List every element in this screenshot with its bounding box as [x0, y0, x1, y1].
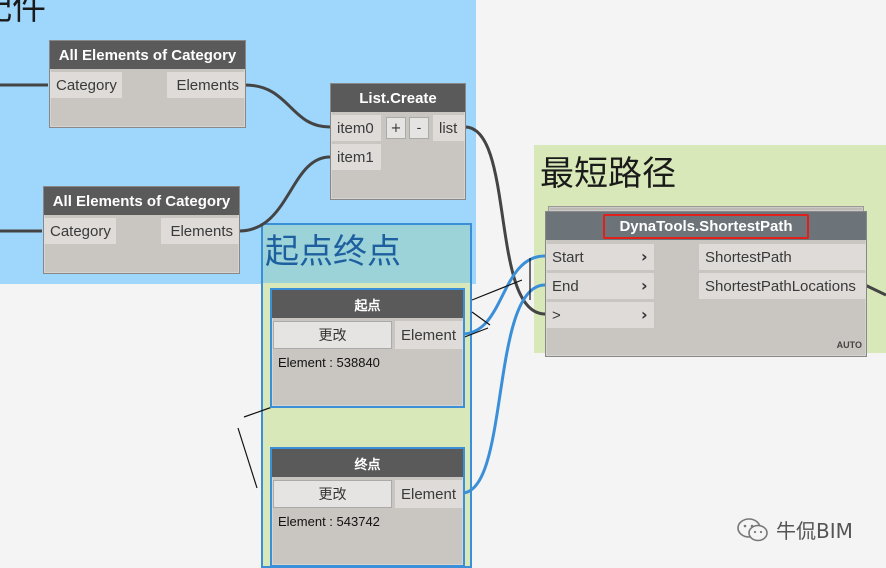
input-port-end[interactable]: End [546, 273, 654, 299]
wire-end [461, 283, 546, 495]
watermark-text: 牛侃BIM [776, 519, 853, 543]
node-title-text: DynaTools.ShortestPath [603, 213, 809, 239]
wire-start [461, 254, 546, 336]
output-port-list[interactable]: list [433, 115, 465, 141]
node-title[interactable]: All Elements of Category [50, 41, 245, 69]
watermark: 牛侃BIM [736, 515, 853, 544]
scribble-mark-2 [471, 311, 491, 326]
chevron-right-icon: › [641, 247, 648, 266]
wire-elements2-item1 [238, 155, 331, 233]
lacing-label: AUTO [836, 340, 862, 350]
output-port-elements[interactable]: Elements [167, 72, 245, 98]
node-all-elements-of-category-1[interactable]: All Elements of Category Category Elemen… [49, 40, 246, 128]
wire-list-gt [464, 125, 546, 316]
output-port-shortest-path[interactable]: ShortestPath [699, 244, 866, 270]
output-port-element[interactable]: Element [395, 321, 463, 349]
input-port-list[interactable]: > [546, 302, 654, 328]
node-title[interactable]: 终点 [272, 449, 463, 477]
element-id-value: Element : 538840 [278, 355, 380, 370]
input-port-category[interactable]: Category [44, 218, 116, 244]
output-port-elements[interactable]: Elements [161, 218, 239, 244]
wechat-icon [737, 517, 768, 541]
add-input-button[interactable]: + [386, 117, 406, 139]
wire-shortestpath-out [864, 283, 886, 297]
node-end-point[interactable]: 终点 更改 Element Element : 543742 [270, 447, 465, 567]
node-list-create[interactable]: List.Create item0 + - list item1 [330, 83, 466, 200]
input-port-item1[interactable]: item1 [331, 144, 381, 170]
element-id-value: Element : 543742 [278, 514, 380, 529]
scribble-mark-5 [237, 427, 258, 489]
remove-input-button[interactable]: - [409, 117, 429, 139]
output-port-shortest-path-locations[interactable]: ShortestPathLocations [699, 273, 866, 299]
node-title[interactable]: DynaTools.ShortestPath [546, 212, 866, 240]
change-button[interactable]: 更改 [273, 321, 392, 349]
scribble-mark-1 [471, 279, 523, 301]
node-start-point[interactable]: 起点 更改 Element Element : 538840 [270, 288, 465, 408]
change-button[interactable]: 更改 [273, 480, 392, 508]
node-title[interactable]: List.Create [331, 84, 465, 112]
chevron-right-icon: › [641, 305, 648, 324]
output-port-element[interactable]: Element [395, 480, 463, 508]
input-port-category[interactable]: Category [50, 72, 122, 98]
input-port-item0[interactable]: item0 [331, 115, 381, 141]
node-all-elements-of-category-2[interactable]: All Elements of Category Category Elemen… [43, 186, 240, 274]
chevron-right-icon: › [641, 276, 648, 295]
node-dynatools-shortest-path[interactable]: DynaTools.ShortestPath Start › End › > ›… [545, 211, 867, 357]
node-title[interactable]: 起点 [272, 290, 463, 318]
input-port-start[interactable]: Start [546, 244, 654, 270]
node-title[interactable]: All Elements of Category [44, 187, 239, 215]
wire-elements1-item0 [244, 83, 331, 129]
